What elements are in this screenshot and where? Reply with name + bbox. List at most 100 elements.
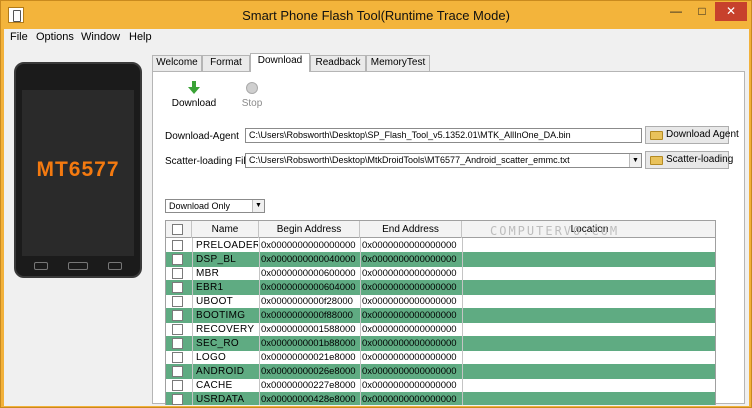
row-checkbox[interactable] bbox=[172, 268, 183, 279]
menu-options[interactable]: Options bbox=[36, 31, 74, 43]
chevron-down-icon[interactable]: ▼ bbox=[252, 200, 264, 212]
begin-address: 0x00000000428e8000 bbox=[261, 394, 356, 405]
location-cell[interactable] bbox=[462, 364, 715, 379]
row-checkbox[interactable] bbox=[172, 310, 183, 321]
client-area: File Options Window Help MT6577 Welcome … bbox=[4, 29, 749, 406]
row-checkbox[interactable] bbox=[172, 296, 183, 307]
tab-welcome[interactable]: Welcome bbox=[152, 55, 202, 71]
begin-address: 0x00000000227e8000 bbox=[261, 380, 356, 391]
table-row[interactable]: MBR 0x0000000000600000 0x0000000000000000 bbox=[166, 266, 715, 281]
scatter-label: Scatter-loading File bbox=[165, 156, 252, 167]
end-address: 0x0000000000000000 bbox=[362, 380, 457, 391]
download-button[interactable]: Download bbox=[171, 80, 217, 112]
location-cell[interactable] bbox=[462, 392, 715, 405]
menu-help[interactable]: Help bbox=[129, 31, 152, 43]
tab-memorytest[interactable]: MemoryTest bbox=[366, 55, 430, 71]
download-agent-path[interactable]: C:\Users\Robsworth\Desktop\SP_Flash_Tool… bbox=[245, 128, 642, 143]
end-address: 0x0000000000000000 bbox=[362, 324, 457, 335]
location-cell[interactable] bbox=[462, 322, 715, 337]
title-bar[interactable]: Smart Phone Flash Tool(Runtime Trace Mod… bbox=[1, 1, 751, 29]
close-icon[interactable]: ✕ bbox=[715, 2, 747, 21]
location-cell[interactable] bbox=[462, 308, 715, 323]
table-row[interactable]: PRELOADER 0x0000000000000000 0x00000000000… bbox=[166, 238, 715, 253]
partition-name: EBR1 bbox=[196, 282, 224, 293]
begin-address: 0x0000000001b88000 bbox=[261, 338, 356, 349]
table-row[interactable]: RECOVERY 0x0000000001588000 0x000000000000… bbox=[166, 322, 715, 337]
app-window: Smart Phone Flash Tool(Runtime Trace Mod… bbox=[0, 0, 752, 408]
download-label: Download bbox=[171, 98, 217, 109]
header-end-address[interactable]: End Address bbox=[360, 221, 462, 238]
row-checkbox[interactable] bbox=[172, 352, 183, 363]
location-cell[interactable] bbox=[462, 378, 715, 393]
end-address: 0x0000000000000000 bbox=[362, 394, 457, 405]
partition-table: Name Begin Address End Address Location … bbox=[165, 220, 716, 405]
begin-address: 0x0000000001588000 bbox=[261, 324, 356, 335]
table-row[interactable]: BOOTIMG 0x0000000000f88000 0x0000000000000… bbox=[166, 308, 715, 323]
header-begin-address[interactable]: Begin Address bbox=[259, 221, 360, 238]
begin-address: 0x0000000000600000 bbox=[261, 268, 356, 279]
folder-icon bbox=[650, 156, 663, 165]
table-row[interactable]: CACHE 0x00000000227e8000 0x000000000000000… bbox=[166, 378, 715, 393]
location-cell[interactable] bbox=[462, 238, 715, 253]
maximize-icon[interactable]: □ bbox=[689, 2, 715, 21]
location-cell[interactable] bbox=[462, 336, 715, 351]
header-name[interactable]: Name bbox=[192, 221, 259, 238]
table-row[interactable]: SEC_RO 0x0000000001b88000 0x00000000000000… bbox=[166, 336, 715, 351]
partition-name: UBOOT bbox=[196, 296, 234, 307]
location-cell[interactable] bbox=[462, 294, 715, 309]
tab-readback[interactable]: Readback bbox=[310, 55, 366, 71]
table-row[interactable]: UBOOT 0x0000000000f28000 0x000000000000000… bbox=[166, 294, 715, 309]
row-checkbox[interactable] bbox=[172, 324, 183, 335]
partition-name: DSP_BL bbox=[196, 254, 237, 265]
row-checkbox[interactable] bbox=[172, 254, 183, 265]
phone-image: MT6577 bbox=[14, 62, 142, 278]
table-row[interactable]: DSP_BL 0x0000000000040000 0x00000000000000… bbox=[166, 252, 715, 267]
end-address: 0x0000000000000000 bbox=[362, 352, 457, 363]
menu-window[interactable]: Window bbox=[81, 31, 120, 43]
stop-button[interactable]: Stop bbox=[229, 80, 275, 112]
scatter-loading-button[interactable]: Scatter-loading bbox=[645, 151, 733, 169]
row-checkbox[interactable] bbox=[172, 380, 183, 391]
phone-home-icon bbox=[68, 262, 88, 270]
table-row[interactable]: USRDATA 0x00000000428e8000 0x0000000000000… bbox=[166, 392, 715, 405]
download-agent-button[interactable]: Download Agent bbox=[645, 126, 739, 144]
menu-file[interactable]: File bbox=[10, 31, 28, 43]
select-all-checkbox[interactable] bbox=[172, 224, 183, 235]
location-cell[interactable] bbox=[462, 266, 715, 281]
download-agent-label: Download-Agent bbox=[165, 131, 239, 142]
begin-address: 0x0000000000040000 bbox=[261, 254, 356, 265]
location-cell[interactable] bbox=[462, 350, 715, 365]
menu-bar: File Options Window Help bbox=[4, 29, 749, 45]
column-divider bbox=[360, 238, 361, 405]
row-checkbox[interactable] bbox=[172, 394, 183, 405]
begin-address: 0x0000000000f28000 bbox=[261, 296, 353, 307]
partition-name: PRELOADER bbox=[196, 240, 258, 251]
end-address: 0x0000000000000000 bbox=[362, 282, 457, 293]
row-checkbox[interactable] bbox=[172, 282, 183, 293]
location-cell[interactable] bbox=[462, 252, 715, 267]
end-address: 0x0000000000000000 bbox=[362, 310, 457, 321]
end-address: 0x0000000000000000 bbox=[362, 240, 457, 251]
location-cell[interactable] bbox=[462, 280, 715, 295]
scatter-path-combo[interactable]: C:\Users\Robsworth\Desktop\MtkDroidTools… bbox=[245, 153, 642, 168]
table-row[interactable]: EBR1 0x0000000000604000 0x0000000000000000 bbox=[166, 280, 715, 295]
download-arrow-icon bbox=[188, 81, 200, 94]
table-row[interactable]: ANDROID 0x00000000026e8000 0x0000000000000… bbox=[166, 364, 715, 379]
tab-format[interactable]: Format bbox=[202, 55, 250, 71]
download-mode-select[interactable]: Download Only ▼ bbox=[165, 199, 265, 213]
table-header: Name Begin Address End Address Location bbox=[166, 221, 715, 238]
partition-name: MBR bbox=[196, 268, 220, 279]
row-checkbox[interactable] bbox=[172, 338, 183, 349]
end-address: 0x0000000000000000 bbox=[362, 366, 457, 377]
partition-name: LOGO bbox=[196, 352, 227, 363]
row-checkbox[interactable] bbox=[172, 240, 183, 251]
phone-chip-label: MT6577 bbox=[36, 158, 120, 181]
tab-download[interactable]: Download bbox=[250, 53, 310, 72]
minimize-icon[interactable]: — bbox=[663, 2, 689, 21]
chevron-down-icon[interactable]: ▼ bbox=[629, 154, 641, 167]
table-row[interactable]: LOGO 0x00000000021e8000 0x0000000000000000 bbox=[166, 350, 715, 365]
row-checkbox[interactable] bbox=[172, 366, 183, 377]
download-agent-button-label: Download Agent bbox=[666, 129, 739, 140]
begin-address: 0x00000000026e8000 bbox=[261, 366, 356, 377]
column-divider bbox=[462, 238, 463, 405]
